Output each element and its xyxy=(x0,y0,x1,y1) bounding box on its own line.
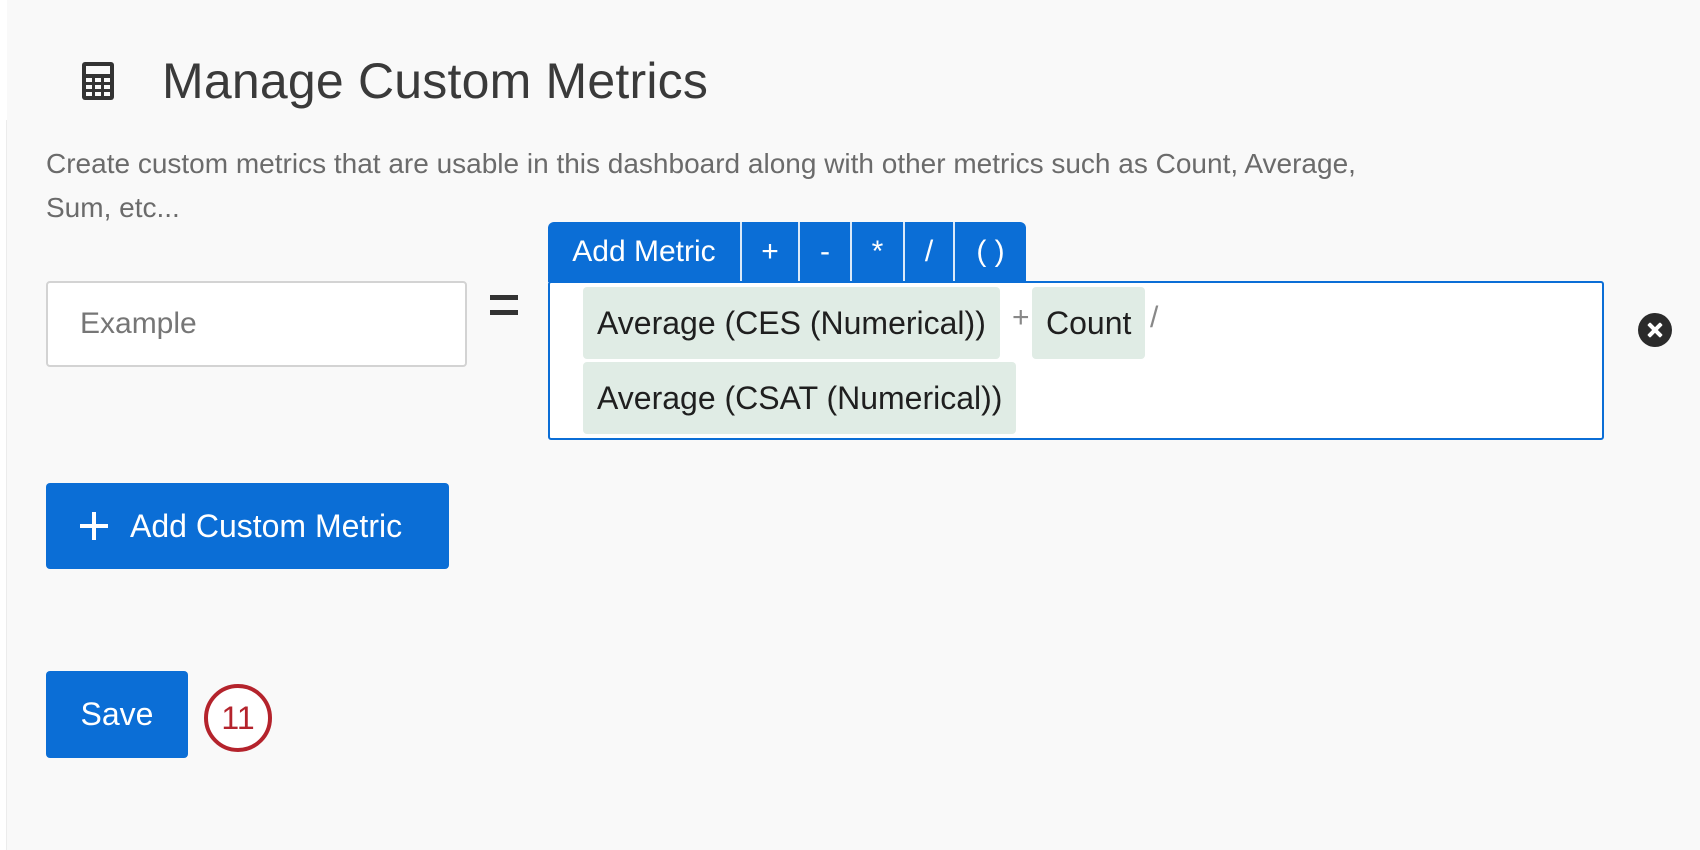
divide-operator-button[interactable]: / xyxy=(905,222,955,282)
plus-icon xyxy=(80,512,108,540)
calculator-icon xyxy=(82,62,114,100)
formula-token[interactable]: Average (CSAT (Numerical)) xyxy=(583,362,1017,434)
save-button[interactable]: Save xyxy=(46,671,188,758)
left-edge-panel xyxy=(0,0,7,850)
equals-sign xyxy=(490,295,522,329)
formula-toolbar: Add Metric + - * / ( ) xyxy=(548,222,1026,282)
formula-token[interactable]: Average (CES (Numerical)) xyxy=(583,287,1000,359)
multiply-operator-button[interactable]: * xyxy=(852,222,905,282)
close-circle-icon[interactable] xyxy=(1638,313,1672,347)
metric-name-input[interactable] xyxy=(46,281,467,367)
formula-operator: + xyxy=(1012,301,1030,334)
formula-operator: / xyxy=(1150,301,1159,334)
page-title: Manage Custom Metrics xyxy=(162,53,709,109)
add-custom-metric-label: Add Custom Metric xyxy=(130,507,403,544)
minus-operator-button[interactable]: - xyxy=(800,222,852,282)
left-edge-panel-top xyxy=(0,0,7,120)
add-custom-metric-button[interactable]: Add Custom Metric xyxy=(46,483,449,569)
formula-token[interactable]: Count xyxy=(1032,287,1146,359)
step-number-badge: 11 xyxy=(204,684,272,752)
formula-editor[interactable]: Average (CES (Numerical)) + Count / Aver… xyxy=(548,281,1604,440)
page-description: Create custom metrics that are usable in… xyxy=(46,148,1356,223)
page-header: Manage Custom Metrics xyxy=(80,52,708,110)
parentheses-button[interactable]: ( ) xyxy=(955,222,1026,282)
add-metric-button[interactable]: Add Metric xyxy=(548,222,742,282)
plus-operator-button[interactable]: + xyxy=(742,222,800,282)
